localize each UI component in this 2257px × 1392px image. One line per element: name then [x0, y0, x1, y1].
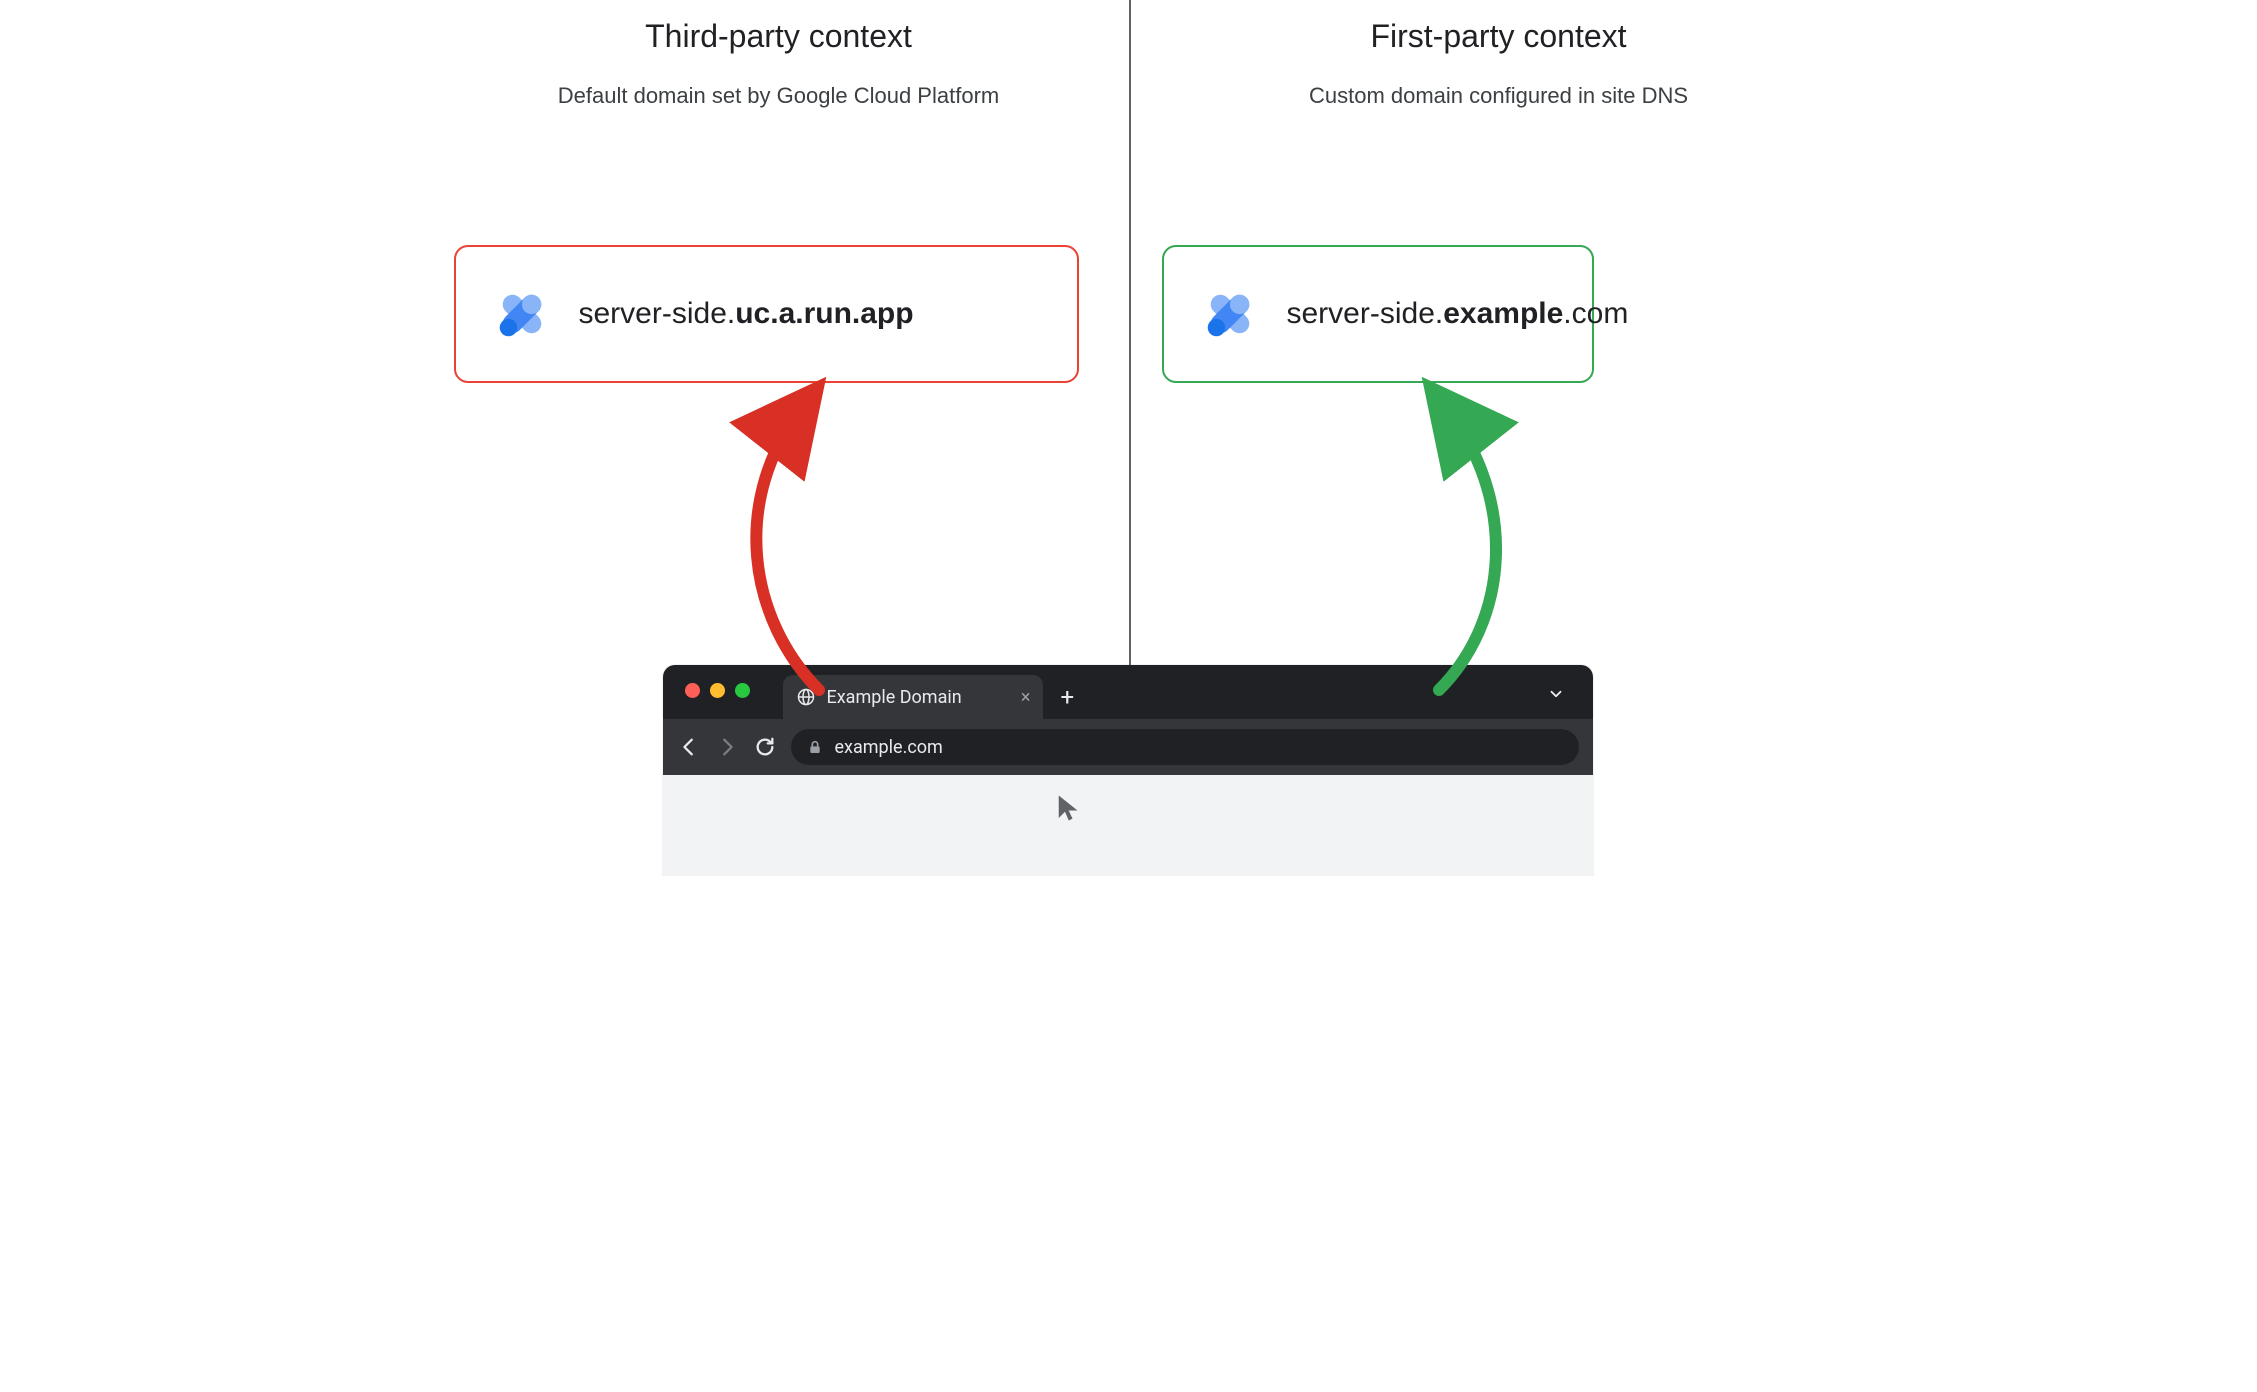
vertical-divider: [1129, 0, 1131, 665]
first-party-domain-box: server-side.example.com: [1162, 245, 1594, 383]
diagram-stage: Third-party context Default domain set b…: [419, 0, 1839, 876]
first-party-subtitle: Custom domain configured in site DNS: [1159, 83, 1839, 109]
gtm-logo-icon: [491, 283, 553, 345]
new-tab-button[interactable]: +: [1061, 685, 1075, 709]
window-close-dot[interactable]: [685, 683, 700, 698]
arrow-right-icon[interactable]: [715, 736, 739, 758]
gtm-logo-icon: [1199, 283, 1261, 345]
arrow-to-third-party: [756, 405, 819, 690]
window-zoom-dot[interactable]: [735, 683, 750, 698]
domain-prefix: server-side.: [579, 297, 736, 330]
browser-toolbar: example.com: [663, 719, 1593, 775]
arrow-to-first-party: [1439, 405, 1496, 690]
chevron-down-icon[interactable]: [1547, 685, 1565, 703]
browser-tabbar: Example Domain × +: [663, 665, 1593, 719]
first-party-title: First-party context: [1159, 18, 1839, 55]
third-party-domain-box: server-side.uc.a.run.app: [454, 245, 1079, 383]
third-party-subtitle: Default domain set by Google Cloud Platf…: [439, 83, 1119, 109]
window-controls: [685, 683, 750, 698]
first-party-domain-text: server-side.example.com: [1287, 297, 1629, 331]
domain-suffix: .com: [1563, 297, 1628, 330]
domain-bold: example: [1443, 297, 1563, 330]
reload-icon[interactable]: [753, 736, 777, 758]
third-party-domain-text: server-side.uc.a.run.app: [579, 297, 914, 331]
browser-tab[interactable]: Example Domain ×: [783, 675, 1043, 719]
close-tab-icon[interactable]: ×: [1021, 687, 1031, 708]
browser-window: Example Domain × + example.com: [663, 665, 1593, 875]
domain-prefix: server-side.: [1287, 297, 1444, 330]
window-minimize-dot[interactable]: [710, 683, 725, 698]
url-text: example.com: [835, 737, 943, 758]
address-bar[interactable]: example.com: [791, 729, 1579, 765]
tab-title: Example Domain: [827, 687, 962, 708]
third-party-column: Third-party context Default domain set b…: [439, 0, 1119, 109]
third-party-title: Third-party context: [439, 18, 1119, 55]
arrow-left-icon[interactable]: [677, 736, 701, 758]
first-party-column: First-party context Custom domain config…: [1159, 0, 1839, 109]
globe-favicon-icon: [797, 688, 815, 706]
domain-bold: uc.a.run.app: [735, 297, 913, 330]
browser-viewport: [663, 775, 1593, 875]
mouse-cursor-icon: [1055, 793, 1085, 823]
lock-icon: [807, 739, 823, 755]
